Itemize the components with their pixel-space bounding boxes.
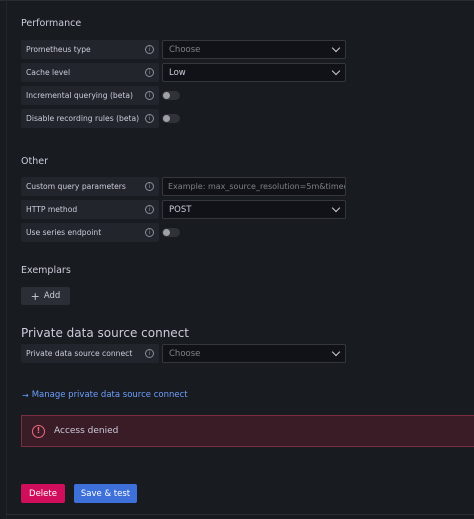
save-and-test-button[interactable]: Save & test [74, 484, 137, 503]
use-series-endpoint-label-text: Use series endpoint [26, 228, 102, 237]
toggle-knob [163, 229, 170, 236]
arrow-right-icon: → [22, 390, 29, 400]
info-icon[interactable]: i [145, 205, 154, 214]
pdc-heading: Private data source connect [21, 326, 189, 340]
prometheus-type-label-text: Prometheus type [26, 45, 91, 54]
use-series-endpoint-label: Use series endpoint i [21, 223, 159, 242]
cache-level-select[interactable]: Low [162, 63, 346, 82]
use-series-endpoint-row: Use series endpoint i [21, 223, 180, 242]
top-divider [0, 0, 474, 1]
pdc-row: Private data source connect i Choose [21, 344, 346, 363]
prometheus-type-select[interactable]: Choose [162, 40, 346, 59]
incremental-querying-label-text: Incremental querying (beta) [26, 91, 134, 100]
cache-level-value: Low [169, 67, 186, 78]
chevron-down-icon [331, 203, 341, 213]
exclamation-circle-icon: ! [32, 424, 45, 438]
use-series-endpoint-toggle[interactable] [162, 228, 180, 237]
info-icon[interactable]: i [145, 228, 154, 237]
http-method-label-text: HTTP method [26, 205, 78, 214]
toggle-knob [163, 92, 170, 99]
prometheus-type-row: Prometheus type i Choose [21, 40, 346, 59]
chevron-down-icon [331, 43, 341, 53]
plus-icon: + [30, 289, 40, 303]
chevron-down-icon [331, 347, 341, 357]
custom-query-parameters-label: Custom query parameters i [21, 177, 159, 196]
left-divider [6, 0, 7, 519]
prometheus-type-label: Prometheus type i [21, 40, 159, 59]
performance-heading: Performance [21, 18, 82, 29]
add-exemplar-button[interactable]: + Add [21, 287, 70, 305]
bottom-divider [6, 514, 474, 515]
http-method-label: HTTP method i [21, 200, 159, 219]
info-icon[interactable]: i [145, 45, 154, 54]
prometheus-type-value: Choose [169, 44, 201, 55]
cache-level-label-text: Cache level [26, 68, 71, 77]
cache-level-row: Cache level i Low [21, 63, 346, 82]
pdc-label-text: Private data source connect [26, 349, 133, 358]
disable-recording-rules-row: Disable recording rules (beta) i [21, 109, 180, 128]
delete-button[interactable]: Delete [21, 484, 65, 503]
alert-text: Access denied [54, 426, 119, 436]
incremental-querying-label: Incremental querying (beta) i [21, 86, 159, 105]
custom-query-parameters-row: Custom query parameters i Example: max_s… [21, 177, 346, 196]
chevron-down-icon [331, 66, 341, 76]
access-denied-alert: ! Access denied [21, 415, 474, 447]
incremental-querying-row: Incremental querying (beta) i [21, 86, 180, 105]
info-icon[interactable]: i [145, 91, 154, 100]
http-method-select[interactable]: POST [162, 200, 346, 219]
toggle-knob [163, 115, 170, 122]
info-icon[interactable]: i [145, 68, 154, 77]
pdc-label: Private data source connect i [21, 344, 159, 363]
cache-level-label: Cache level i [21, 63, 159, 82]
add-exemplar-label: Add [43, 291, 61, 301]
manage-pdc-link[interactable]: → Manage private data source connect [22, 390, 188, 400]
disable-recording-rules-toggle[interactable] [162, 114, 180, 123]
disable-recording-rules-label-text: Disable recording rules (beta) [26, 114, 140, 123]
other-heading: Other [21, 156, 48, 167]
incremental-querying-toggle[interactable] [162, 91, 180, 100]
pdc-value: Choose [169, 348, 201, 359]
manage-pdc-link-text: Manage private data source connect [31, 390, 188, 400]
info-icon[interactable]: i [145, 349, 154, 358]
http-method-value: POST [169, 204, 192, 215]
custom-query-parameters-label-text: Custom query parameters [26, 182, 126, 191]
exemplars-heading: Exemplars [21, 265, 71, 276]
info-icon[interactable]: i [145, 114, 154, 123]
info-icon[interactable]: i [145, 182, 154, 191]
custom-query-parameters-input[interactable]: Example: max_source_resolution=5m&timeou… [162, 177, 346, 196]
disable-recording-rules-label: Disable recording rules (beta) i [21, 109, 159, 128]
pdc-select[interactable]: Choose [162, 344, 346, 363]
http-method-row: HTTP method i POST [21, 200, 346, 219]
